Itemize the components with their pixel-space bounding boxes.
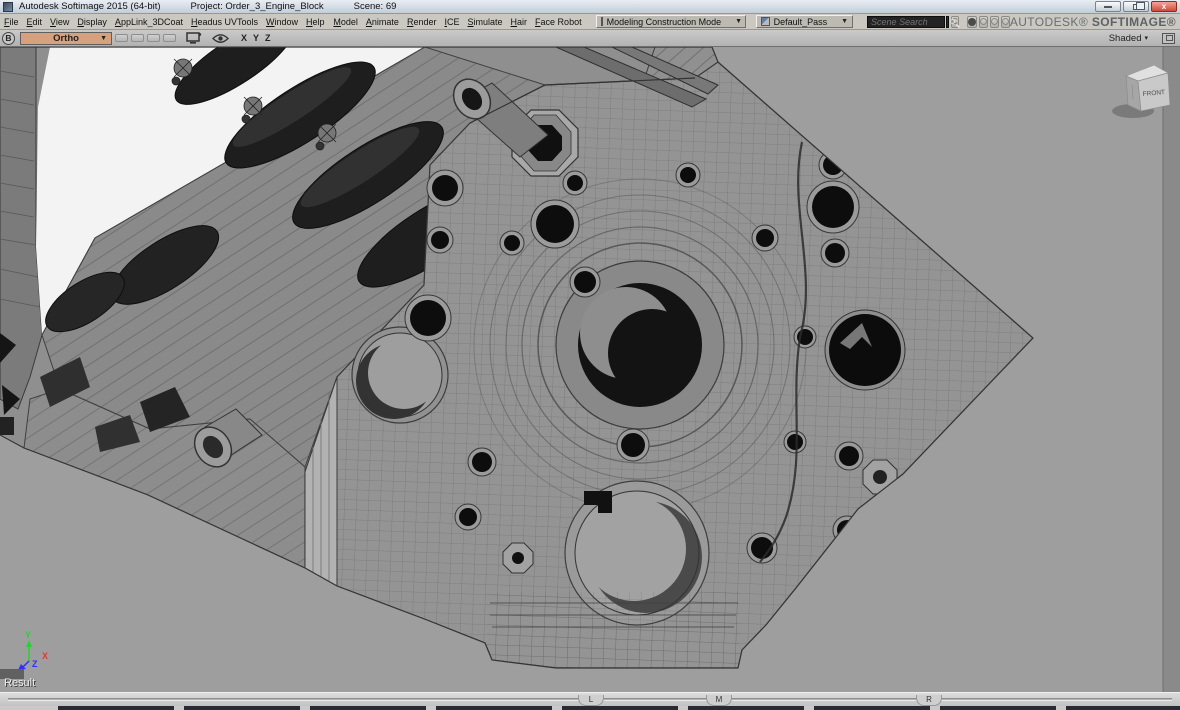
construction-mode-icon bbox=[601, 17, 603, 26]
autodesk-softimage-branding: AUTODESK® SOFTIMAGE® bbox=[1010, 15, 1180, 29]
search-icon[interactable] bbox=[946, 16, 949, 28]
axis-x-button[interactable]: X bbox=[241, 33, 253, 43]
display-mode-dropdown[interactable]: Shaded bbox=[1109, 33, 1142, 44]
menu-hair[interactable]: Hair bbox=[507, 17, 532, 27]
axis-z-button[interactable]: Z bbox=[265, 33, 277, 43]
view-type-dropdown[interactable]: Ortho ▼ bbox=[20, 32, 112, 45]
axis-y-button[interactable]: Y bbox=[253, 33, 265, 43]
minimize-button[interactable] bbox=[1095, 1, 1121, 12]
scene-title: Scene: 69 bbox=[354, 1, 397, 12]
menu-applink-3dcoat[interactable]: AppLink_3DCoat bbox=[111, 17, 187, 27]
hand-m-icon[interactable] bbox=[990, 16, 999, 28]
camera-monitor-icon[interactable] bbox=[186, 32, 202, 45]
gizmo-y-label: Y bbox=[25, 630, 31, 640]
scene-search-input[interactable] bbox=[867, 16, 945, 28]
menubar: File Edit View Display AppLink_3DCoat He… bbox=[0, 14, 1180, 30]
viewport-toolbar: B Ortho ▼ XYZ Shaded ▾ bbox=[0, 30, 1180, 47]
menu-model[interactable]: Model bbox=[329, 17, 362, 27]
pass-selector-dropdown[interactable]: Default_Pass ▼ bbox=[756, 15, 853, 28]
viewport-letter-button[interactable]: B bbox=[2, 32, 15, 45]
restore-icon bbox=[1133, 4, 1140, 10]
taskbar-edge bbox=[0, 706, 1180, 710]
mouse-hint-right: R bbox=[916, 695, 942, 706]
menu-animate[interactable]: Animate bbox=[362, 17, 403, 27]
mouse-hint-bar: L M R bbox=[0, 692, 1180, 706]
3d-viewport[interactable]: FRONT Y Z X Result Result bbox=[0, 47, 1180, 692]
eye-visibility-icon[interactable] bbox=[212, 33, 229, 44]
menu-display[interactable]: Display bbox=[73, 17, 111, 27]
menu-view[interactable]: View bbox=[46, 17, 73, 27]
chevron-down-icon: ▼ bbox=[100, 35, 107, 42]
gizmo-x-label: X bbox=[42, 651, 48, 661]
menu-render[interactable]: Render bbox=[403, 17, 441, 27]
construction-mode-dropdown[interactable]: Modeling Construction Mode ▼ bbox=[596, 15, 746, 28]
menu-edit[interactable]: Edit bbox=[23, 17, 47, 27]
softimage-logo-icon bbox=[3, 2, 13, 12]
hand-s-icon[interactable] bbox=[1001, 16, 1010, 28]
result-status: Result bbox=[4, 677, 35, 689]
menu-simulate[interactable]: Simulate bbox=[464, 17, 507, 27]
viewport-canvas: FRONT Y Z X Result Result bbox=[0, 47, 1180, 692]
gizmo-z-label: Z bbox=[32, 659, 38, 669]
softimage-window: Autodesk Softimage 2015 (64-bit) Project… bbox=[0, 0, 1180, 710]
memo-cam-button-a[interactable] bbox=[115, 34, 128, 42]
mouse-hint-left: L bbox=[578, 695, 604, 706]
memo-cam-button-d[interactable] bbox=[163, 34, 176, 42]
chevron-down-icon: ▼ bbox=[827, 18, 848, 25]
mask-light-icon[interactable] bbox=[979, 16, 988, 28]
menu-help[interactable]: Help bbox=[302, 17, 329, 27]
menu-window[interactable]: Window bbox=[262, 17, 302, 27]
close-button[interactable]: x bbox=[1151, 1, 1177, 12]
pass-icon bbox=[761, 17, 770, 26]
minimize-icon bbox=[1104, 6, 1112, 8]
right-bore bbox=[825, 310, 905, 390]
project-title: Project: Order_3_Engine_Block bbox=[191, 1, 324, 12]
chevron-down-icon: ▾ bbox=[1144, 34, 1148, 42]
menu-headus-uvtools[interactable]: Headus UVTools bbox=[187, 17, 262, 27]
app-title: Autodesk Softimage 2015 (64-bit) bbox=[19, 1, 161, 12]
chevron-down-icon: ▼ bbox=[721, 18, 742, 25]
restore-button[interactable] bbox=[1123, 1, 1149, 12]
mask-dark-icon[interactable] bbox=[967, 16, 977, 28]
memo-cam-button-c[interactable] bbox=[147, 34, 160, 42]
menu-ice[interactable]: ICE bbox=[440, 17, 463, 27]
titlebar: Autodesk Softimage 2015 (64-bit) Project… bbox=[0, 0, 1180, 14]
side-through-hole bbox=[352, 327, 448, 423]
menu-face-robot[interactable]: Face Robot bbox=[531, 17, 586, 27]
mouse-hint-middle: M bbox=[706, 695, 732, 706]
menu-file[interactable]: File bbox=[0, 17, 23, 27]
solo-viewport-icon[interactable] bbox=[1162, 33, 1175, 44]
memo-cam-button-b[interactable] bbox=[131, 34, 144, 42]
